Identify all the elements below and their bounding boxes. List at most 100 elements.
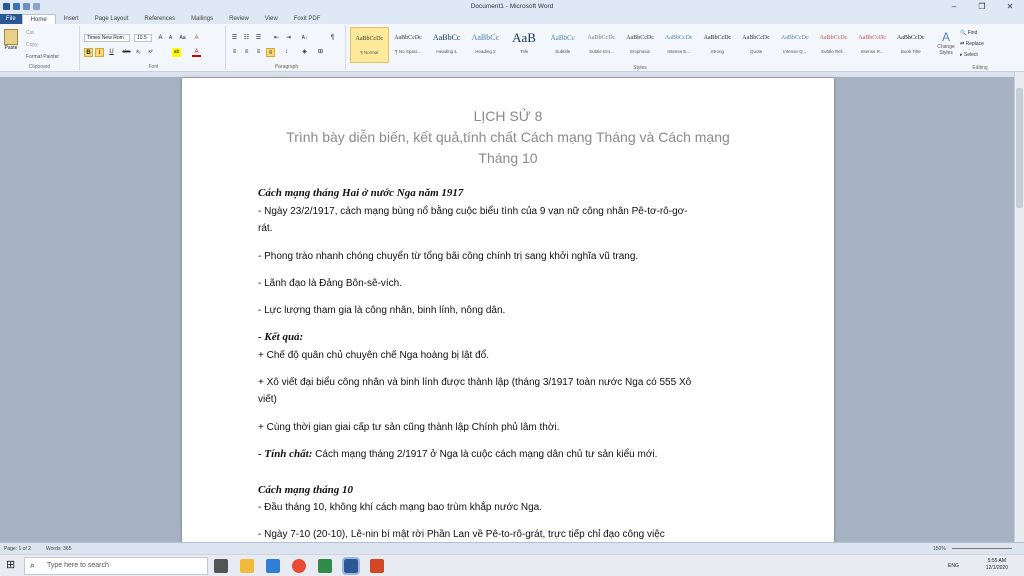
style-book-title[interactable]: AaBbCcDc Book Title xyxy=(891,27,930,63)
restore-button[interactable]: ❐ xyxy=(968,0,996,13)
excel-icon[interactable] xyxy=(318,559,332,573)
strikethrough-button[interactable]: abc xyxy=(122,48,131,57)
style-emphasis[interactable]: AaBbCcDc Emphasis xyxy=(621,27,660,63)
tab-view[interactable]: View xyxy=(257,14,286,24)
increase-indent-icon[interactable]: ⇥ xyxy=(284,34,293,43)
tab-review[interactable]: Review xyxy=(221,14,257,24)
style-name: Title xyxy=(519,49,529,54)
tab-file[interactable]: File xyxy=(0,14,22,24)
numbering-icon[interactable]: ☷ xyxy=(242,34,251,43)
tab-home[interactable]: Home xyxy=(21,14,56,24)
tab-insert[interactable]: Insert xyxy=(56,14,87,24)
change-styles-button[interactable]: A Change Styles xyxy=(934,30,958,56)
style-title[interactable]: AaB Title xyxy=(505,27,544,63)
superscript-button[interactable]: x² xyxy=(146,48,155,57)
file-explorer-icon[interactable] xyxy=(240,559,254,573)
page-count[interactable]: Page: 1 of 2 xyxy=(4,546,31,552)
shading-icon[interactable]: ◈ xyxy=(300,48,309,57)
task-view-icon[interactable] xyxy=(214,559,228,573)
font-size-input[interactable]: 10.5 xyxy=(134,34,152,42)
show-marks-button[interactable]: ¶ xyxy=(328,34,337,43)
align-center-icon[interactable]: ≡ xyxy=(242,48,251,57)
style-subtitle[interactable]: AaBbCc Subtitle xyxy=(543,27,582,63)
style-no-spaci[interactable]: AaBbCcDc ¶ No Spaci... xyxy=(389,27,428,63)
highlight-button[interactable]: ab xyxy=(172,48,181,57)
taskbar-search[interactable]: Type here to search xyxy=(24,557,208,575)
scroll-thumb[interactable] xyxy=(1016,88,1023,208)
clipboard-icon xyxy=(4,29,18,45)
italic-button[interactable]: I xyxy=(95,48,104,57)
powerpoint-icon[interactable] xyxy=(370,559,384,573)
multilevel-list-icon[interactable]: ☰ xyxy=(254,34,263,43)
sort-button[interactable]: A↓ xyxy=(300,34,309,43)
paragraph: viết) xyxy=(258,394,277,405)
paragraph: - Đầu tháng 10, không khí cách mạng bao … xyxy=(258,502,542,513)
style-intense-e[interactable]: AaBbCcDc Intense E... xyxy=(659,27,698,63)
font-name-input[interactable]: Times New Rom xyxy=(84,34,130,42)
style-subtle-em[interactable]: AaBbCcDc Subtle Em... xyxy=(582,27,621,63)
align-right-icon[interactable]: ≡ xyxy=(254,48,263,57)
select-button[interactable]: ▸ Select xyxy=(960,50,984,61)
replace-button[interactable]: ⇄ Replace xyxy=(960,39,984,50)
doc-title-line2: Tháng 10 xyxy=(478,150,538,166)
decrease-indent-icon[interactable]: ⇤ xyxy=(272,34,281,43)
tab-foxit-pdf[interactable]: Foxit PDF xyxy=(286,14,329,24)
format-painter-button[interactable]: Format Painter xyxy=(26,54,59,60)
zoom-slider[interactable] xyxy=(952,548,1012,549)
underline-button[interactable]: U xyxy=(107,48,116,57)
paste-button[interactable]: Paste xyxy=(3,29,19,59)
find-button[interactable]: 🔍 Find xyxy=(960,28,984,39)
borders-icon[interactable]: ⊞ xyxy=(316,48,325,57)
taskbar: ⊞ Type here to search ⌕ ENG 5:55 AM 12/1… xyxy=(0,554,1024,576)
bullets-icon[interactable]: ☰ xyxy=(230,34,239,43)
style-name: Strong xyxy=(710,49,725,54)
style-quote[interactable]: AaBbCcDc Quote xyxy=(737,27,776,63)
style-intense-q[interactable]: AaBbCcDc Intense Q... xyxy=(775,27,814,63)
style-normal[interactable]: AaBbCcDc ¶ Normal xyxy=(350,27,389,63)
style-intense-r[interactable]: AaBbCcDc Intense R... xyxy=(853,27,892,63)
justify-icon[interactable]: ≡ xyxy=(266,48,275,57)
style-subtle-ref[interactable]: AaBbCcDc Subtle Ref... xyxy=(814,27,853,63)
tab-page-layout[interactable]: Page Layout xyxy=(87,14,137,24)
clear-format-button[interactable]: A xyxy=(192,34,201,43)
vertical-scrollbar[interactable] xyxy=(1014,72,1024,542)
paragraph: + Chế độ quân chủ chuyên chế Nga hoàng b… xyxy=(258,350,490,361)
shrink-font-button[interactable]: A xyxy=(166,34,175,43)
ruler xyxy=(0,72,1024,77)
cut-button[interactable]: Cut xyxy=(26,30,34,36)
copy-button[interactable]: Copy xyxy=(26,42,38,48)
style-name: Heading 1 xyxy=(436,49,457,54)
mail-icon[interactable] xyxy=(266,559,280,573)
word-icon[interactable] xyxy=(342,557,360,575)
minimize-button[interactable]: – xyxy=(940,0,968,13)
replace-label: Replace xyxy=(965,41,984,47)
search-placeholder: Type here to search xyxy=(47,562,109,569)
tab-mailings[interactable]: Mailings xyxy=(183,14,221,24)
paragraph: + Xô viết đại biểu công nhân và binh lín… xyxy=(258,377,692,388)
font-color-button[interactable]: A xyxy=(192,48,201,57)
word-count[interactable]: Words: 365 xyxy=(46,546,71,552)
styles-gallery: AaBbCcDc ¶ Normal AaBbCcDc ¶ No Spaci... AaB… xyxy=(350,27,930,65)
tab-references[interactable]: References xyxy=(136,14,183,24)
style-heading[interactable]: AaBbCc Heading 1 xyxy=(427,27,466,63)
chrome-icon[interactable] xyxy=(292,559,306,573)
document-page[interactable]: LỊCH SỬ 8 Trình bày diễn biến, kết quả,t… xyxy=(182,78,834,558)
style-preview: AaBbCcDc xyxy=(819,35,848,41)
change-case-button[interactable]: Aa xyxy=(178,34,187,43)
style-strong[interactable]: AaBbCcDc Strong xyxy=(698,27,737,63)
paragraph: - Lãnh đạo là Đảng Bôn-sê-vích. xyxy=(258,278,402,289)
language-indicator[interactable]: ENG xyxy=(948,563,959,569)
zoom-level[interactable]: 150% xyxy=(933,546,946,552)
align-left-icon[interactable]: ≡ xyxy=(230,48,239,57)
bold-button[interactable]: B xyxy=(84,48,93,57)
style-heading[interactable]: AaBbCc Heading 2 xyxy=(466,27,505,63)
subscript-button[interactable]: x₂ xyxy=(134,48,143,57)
clock[interactable]: 5:55 AM 12/1/2020 xyxy=(986,558,1008,572)
clipboard-label: Clipboard xyxy=(28,64,51,70)
change-styles-icon: A xyxy=(941,30,950,44)
close-button[interactable]: ✕ xyxy=(996,0,1024,13)
select-label: Select xyxy=(963,52,978,58)
start-icon[interactable]: ⊞ xyxy=(6,560,15,571)
line-spacing-icon[interactable]: ↕ xyxy=(282,48,291,57)
grow-font-button[interactable]: A xyxy=(156,34,165,43)
